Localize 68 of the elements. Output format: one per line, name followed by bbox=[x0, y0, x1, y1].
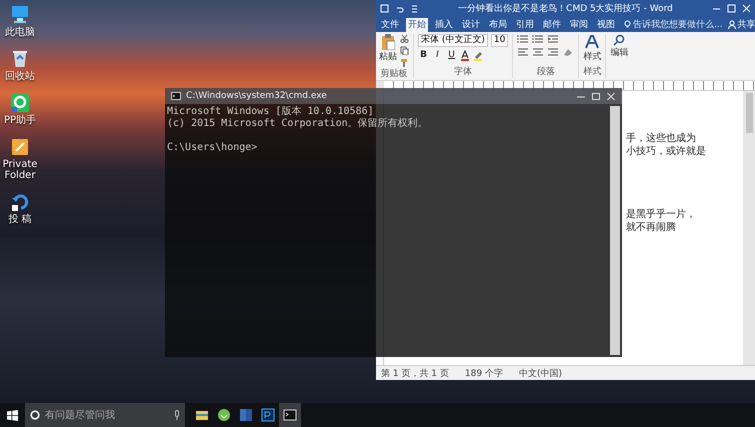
status-text: 中文(中国) bbox=[518, 368, 562, 380]
group-label: 样式 bbox=[583, 66, 602, 78]
desktop-icon-label[interactable]: Private Folder bbox=[0, 159, 40, 181]
ribbon-tab[interactable]: 开始 bbox=[406, 18, 428, 32]
font-name-field[interactable]: 宋体 (中文正文) bbox=[418, 34, 488, 47]
ribbon-tab[interactable]: 文件 bbox=[379, 18, 401, 32]
editing-button[interactable]: 编辑 bbox=[610, 46, 628, 59]
document-text: 是黑乎乎一片， bbox=[626, 209, 697, 221]
scissors-icon[interactable] bbox=[400, 34, 409, 43]
font-size-field[interactable]: 10 bbox=[490, 34, 508, 47]
bullet-list-icon[interactable] bbox=[517, 34, 530, 44]
status-text: 第 1 页，共 1 页 bbox=[381, 368, 449, 380]
ribbon-tab[interactable]: 布局 bbox=[487, 18, 509, 32]
format-button[interactable]: B bbox=[418, 50, 429, 61]
highlight-icon[interactable] bbox=[473, 50, 483, 61]
ribbon-tab[interactable]: 审阅 bbox=[568, 18, 590, 32]
document-text: 手，这些也成为 bbox=[626, 133, 697, 145]
search-field[interactable]: 有问题尽管问我 bbox=[25, 403, 185, 427]
numbered-list-icon[interactable] bbox=[532, 34, 544, 44]
indent-icon[interactable] bbox=[547, 34, 560, 44]
console-line: (c) 2015 Microsoft Corporation。保留所有权利。 bbox=[167, 118, 428, 130]
desktop-icon-label[interactable]: 此电脑 bbox=[5, 27, 35, 38]
ribbon-tab[interactable]: 设计 bbox=[460, 18, 482, 32]
close-icon[interactable] bbox=[606, 92, 616, 100]
ribbon-tab[interactable]: 视图 bbox=[595, 18, 617, 32]
console-line: Microsoft Windows [版本 10.0.10586] bbox=[167, 106, 374, 118]
ribbon-tab[interactable]: 引用 bbox=[514, 18, 536, 32]
font-color-icon[interactable] bbox=[460, 50, 470, 61]
align-center-icon[interactable] bbox=[532, 47, 544, 57]
document-text: 小技巧，或许就是 bbox=[626, 146, 707, 158]
scrollbar[interactable] bbox=[610, 106, 620, 355]
window-title: C:\Windows\system32\cmd.exe bbox=[186, 91, 327, 101]
group-label: 剪贴板 bbox=[380, 68, 408, 80]
tell-me-field[interactable]: 告诉我您想要做什么... bbox=[633, 18, 723, 31]
align-right-icon[interactable] bbox=[547, 47, 560, 57]
lightbulb-icon bbox=[624, 20, 631, 29]
desktop-icon-label[interactable]: PP助手 bbox=[4, 115, 36, 126]
copy-icon[interactable] bbox=[400, 46, 409, 55]
app-icon[interactable] bbox=[217, 408, 231, 422]
console-prompt: C:\Users\honge> bbox=[167, 142, 258, 154]
ribbon-tab[interactable]: 插入 bbox=[433, 18, 455, 32]
format-button[interactable]: U bbox=[446, 50, 457, 61]
desktop-icon-label[interactable]: 回收站 bbox=[5, 71, 35, 82]
status-text: 189 个字 bbox=[464, 368, 503, 380]
document-text: 就不再闹腾 bbox=[626, 222, 677, 234]
console-icon[interactable] bbox=[283, 408, 297, 422]
styles-button[interactable]: 样式 bbox=[583, 50, 602, 63]
desktop-icon-label[interactable]: 投 稿 bbox=[8, 214, 32, 225]
align-left-icon[interactable] bbox=[517, 47, 530, 57]
search-icon bbox=[613, 34, 626, 46]
computer-icon[interactable] bbox=[9, 4, 31, 26]
maximize-icon[interactable] bbox=[591, 92, 601, 100]
person-icon bbox=[728, 20, 736, 29]
group-label: 段落 bbox=[536, 66, 556, 78]
styles-icon bbox=[584, 34, 600, 50]
share-button[interactable]: 共享 bbox=[738, 18, 755, 31]
scrollbar-thumb[interactable] bbox=[746, 93, 752, 133]
format-button[interactable]: I bbox=[432, 50, 443, 61]
windows-logo-icon[interactable] bbox=[7, 410, 18, 420]
microphone-icon[interactable] bbox=[174, 410, 180, 420]
paste-button[interactable]: 粘贴 bbox=[379, 50, 397, 63]
save-icon[interactable] bbox=[380, 4, 389, 13]
image-editor-icon[interactable] bbox=[261, 408, 275, 422]
ribbon-tab[interactable]: 邮件 bbox=[541, 18, 563, 32]
window-title: 一分钟看出你是不是老鸟！CMD 5大实用技巧 - Word bbox=[457, 2, 674, 15]
group-label: 字体 bbox=[453, 66, 474, 78]
console-icon bbox=[171, 92, 181, 100]
paintbrush-icon[interactable] bbox=[400, 58, 409, 67]
